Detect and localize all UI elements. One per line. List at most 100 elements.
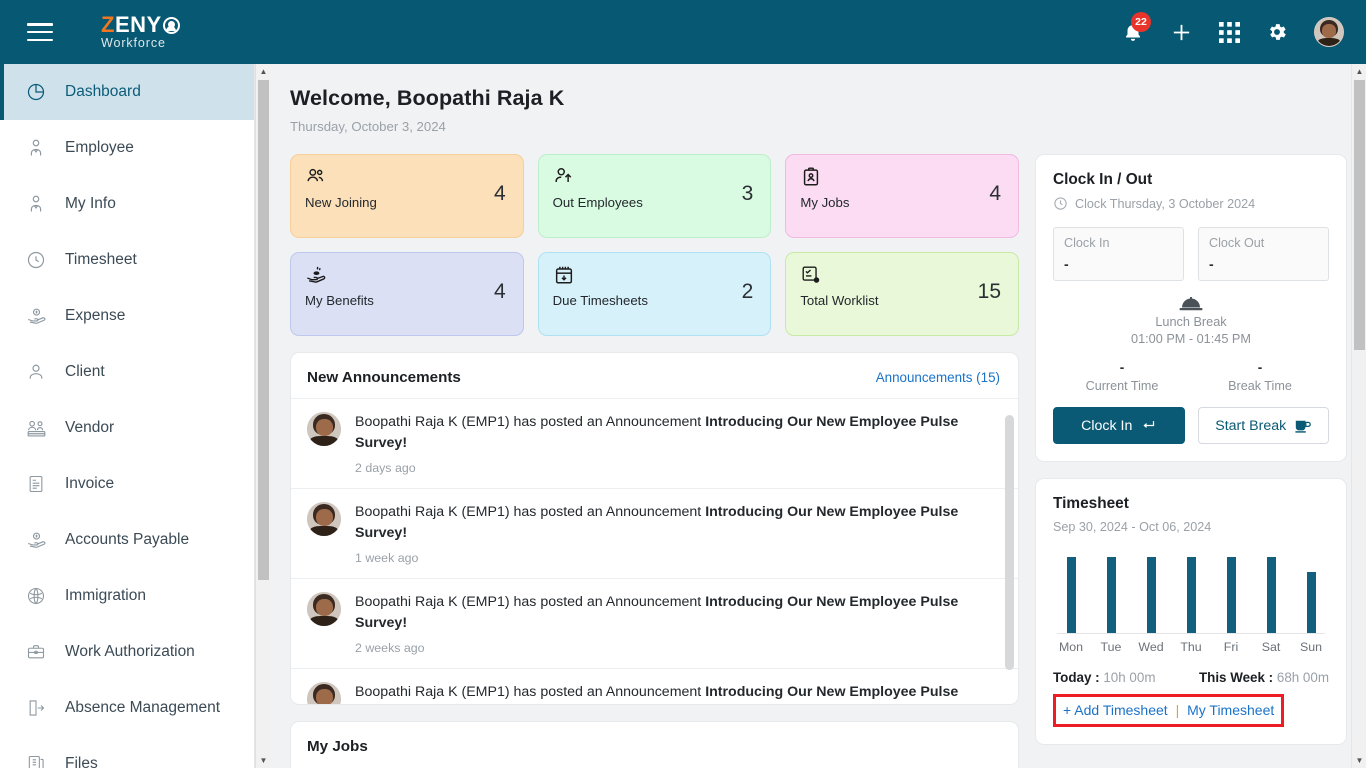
- start-break-button[interactable]: Start Break: [1197, 407, 1329, 444]
- announcement-item[interactable]: Boopathi Raja K (EMP1) has posted an Ann…: [291, 488, 1018, 578]
- sidebar-item-expense[interactable]: Expense: [0, 288, 254, 344]
- clock-card-title: Clock In / Out: [1053, 171, 1153, 188]
- my-timesheet-link[interactable]: My Timesheet: [1187, 702, 1274, 718]
- announcement-prefix: Boopathi Raja K (EMP1) has posted an Ann…: [355, 684, 706, 700]
- clock-buttons: Clock In Start Break: [1053, 407, 1329, 444]
- announcements-scrollbar[interactable]: [1005, 408, 1014, 686]
- app-logo[interactable]: Z ENY Workforce: [101, 14, 180, 50]
- chart-bar: [1226, 557, 1236, 633]
- globe-icon: [25, 585, 47, 607]
- announcements-title: New Announcements: [307, 369, 461, 386]
- stat-card-grid: New Joining 4 Out Employees 3 My Jobs 4 My Ben…: [290, 154, 1019, 336]
- plus-icon[interactable]: [1170, 21, 1193, 44]
- chart-x-tick-label: Sat: [1261, 640, 1281, 654]
- invoice-document-icon: [25, 473, 47, 495]
- stat-card-total-worklist[interactable]: Total Worklist 15: [785, 252, 1019, 336]
- sidebar-item-label: Invoice: [65, 475, 115, 492]
- clock-in-field[interactable]: Clock In -: [1053, 227, 1184, 281]
- sidebar-scroll-thumb[interactable]: [258, 80, 269, 580]
- person-icon: [25, 361, 47, 383]
- add-timesheet-link[interactable]: + Add Timesheet: [1063, 702, 1168, 718]
- chart-bar-column: [1257, 552, 1285, 633]
- page-scrollbar[interactable]: ▲ ▼: [1351, 64, 1366, 768]
- page-scroll-down-icon[interactable]: ▼: [1352, 753, 1366, 768]
- stat-card-due-timesheets[interactable]: Due Timesheets 2: [537, 252, 772, 336]
- sidebar-item-label: Vendor: [65, 419, 115, 436]
- sidebar-item-invoice[interactable]: Invoice: [0, 456, 254, 512]
- announcement-timestamp: 2 days ago: [355, 461, 416, 475]
- page-scroll-thumb[interactable]: [1354, 80, 1365, 350]
- clock-card-subtitle-row: Clock Thursday, 3 October 2024: [1053, 196, 1329, 211]
- sidebar-item-my-info[interactable]: My Info: [0, 176, 254, 232]
- hamburger-menu-icon[interactable]: [27, 23, 53, 41]
- chart-x-tick-label: Tue: [1100, 640, 1122, 654]
- announcement-item[interactable]: Boopathi Raja K (EMP1) has posted an Ann…: [291, 578, 1018, 668]
- page-title: Welcome, Boopathi Raja K Thursday, Octob…: [290, 86, 1327, 134]
- stat-card-value: 4: [493, 280, 506, 304]
- announcement-body: Boopathi Raja K (EMP1) has posted an Ann…: [355, 502, 988, 565]
- clock-out-label: Clock Out: [1209, 236, 1265, 250]
- sidebar-item-immigration[interactable]: Immigration: [0, 568, 254, 624]
- briefcase-icon: [25, 641, 47, 663]
- sidebar-item-client[interactable]: Client: [0, 344, 254, 400]
- timesheet-links-highlight: + Add Timesheet | My Timesheet: [1053, 694, 1285, 727]
- view-all-announcements-link[interactable]: Announcements (15): [876, 370, 1000, 385]
- stat-card-label: Total Worklist: [800, 293, 879, 308]
- clock-icon: [1053, 196, 1068, 211]
- sidebar-item-dashboard[interactable]: Dashboard: [0, 64, 254, 120]
- stat-card-new-joining[interactable]: New Joining 4: [290, 154, 524, 238]
- sidebar-item-absence-management[interactable]: Absence Management: [0, 680, 254, 736]
- stat-card-my-jobs[interactable]: My Jobs 4: [785, 154, 1019, 238]
- my-jobs-header: My Jobs: [291, 722, 1018, 767]
- clock-card-date: Clock Thursday, 3 October 2024: [1075, 196, 1256, 211]
- chart-bar-column: [1057, 552, 1085, 633]
- lunch-break-label: Lunch Break: [1155, 315, 1227, 329]
- chart-bar: [1266, 557, 1276, 633]
- worklist-icon: [800, 264, 1004, 290]
- stat-card-value: 15: [977, 280, 1001, 304]
- timesheet-bar-chart: [1057, 552, 1325, 634]
- announcement-timestamp: 2 weeks ago: [355, 641, 425, 655]
- notifications-bell-icon[interactable]: 22: [1122, 11, 1151, 44]
- today-value: 10h 00m: [1103, 670, 1156, 685]
- stat-card-my-benefits[interactable]: My Benefits 4: [290, 252, 524, 336]
- chart-bar: [1306, 572, 1316, 633]
- sidebar-scroll-down-icon[interactable]: ▼: [256, 753, 271, 768]
- stat-card-label: Due Timesheets: [552, 293, 648, 308]
- employee-icon: [25, 193, 47, 215]
- grid-apps-icon[interactable]: [1219, 21, 1240, 43]
- gear-icon[interactable]: [1266, 21, 1288, 43]
- sidebar-item-label: My Info: [65, 195, 116, 212]
- avatar[interactable]: [1314, 17, 1344, 47]
- clock-out-field[interactable]: Clock Out -: [1198, 227, 1329, 281]
- announcement-text: Boopathi Raja K (EMP1) has posted an Ann…: [355, 412, 988, 454]
- sidebar-item-label: Accounts Payable: [65, 531, 190, 548]
- stat-card-label: New Joining: [305, 195, 377, 210]
- timesheet-totals: Today : 10h 00m This Week : 68h 00m: [1053, 670, 1329, 685]
- sidebar-item-label: Employee: [65, 139, 134, 156]
- logo-person-mark-icon: [162, 16, 180, 34]
- stat-card-value: 2: [741, 280, 754, 304]
- sidebar-item-employee[interactable]: Employee: [0, 120, 254, 176]
- clock-in-button[interactable]: Clock In: [1053, 407, 1185, 444]
- sidebar-item-label: Files: [65, 755, 98, 768]
- current-date-label: Thursday, October 3, 2024: [290, 119, 446, 134]
- sidebar-item-label: Expense: [65, 307, 126, 324]
- sidebar-item-vendor[interactable]: Vendor: [0, 400, 254, 456]
- chart-x-tick-label: Sun: [1299, 640, 1323, 654]
- chart-bar-column: [1217, 552, 1245, 633]
- sidebar-scroll-up-icon[interactable]: ▲: [256, 64, 271, 79]
- chart-x-tick-label: Thu: [1180, 640, 1202, 654]
- sidebar-item-work-authorization[interactable]: Work Authorization: [0, 624, 254, 680]
- employee-icon: [25, 137, 47, 159]
- stat-card-out-employees[interactable]: Out Employees 3: [537, 154, 772, 238]
- sidebar-item-files[interactable]: Files: [0, 736, 254, 768]
- page-scroll-up-icon[interactable]: ▲: [1352, 64, 1366, 79]
- sidebar-item-accounts-payable[interactable]: Accounts Payable: [0, 512, 254, 568]
- announcements-scroll-thumb[interactable]: [1005, 415, 1014, 670]
- announcement-item[interactable]: Boopathi Raja K (EMP1) has posted an Ann…: [291, 398, 1018, 488]
- sidebar-item-timesheet[interactable]: Timesheet: [0, 232, 254, 288]
- chart-x-tick-label: Mon: [1058, 640, 1084, 654]
- sidebar-scrollbar[interactable]: ▲ ▼: [255, 64, 270, 768]
- announcement-item[interactable]: Boopathi Raja K (EMP1) has posted an Ann…: [291, 668, 1018, 704]
